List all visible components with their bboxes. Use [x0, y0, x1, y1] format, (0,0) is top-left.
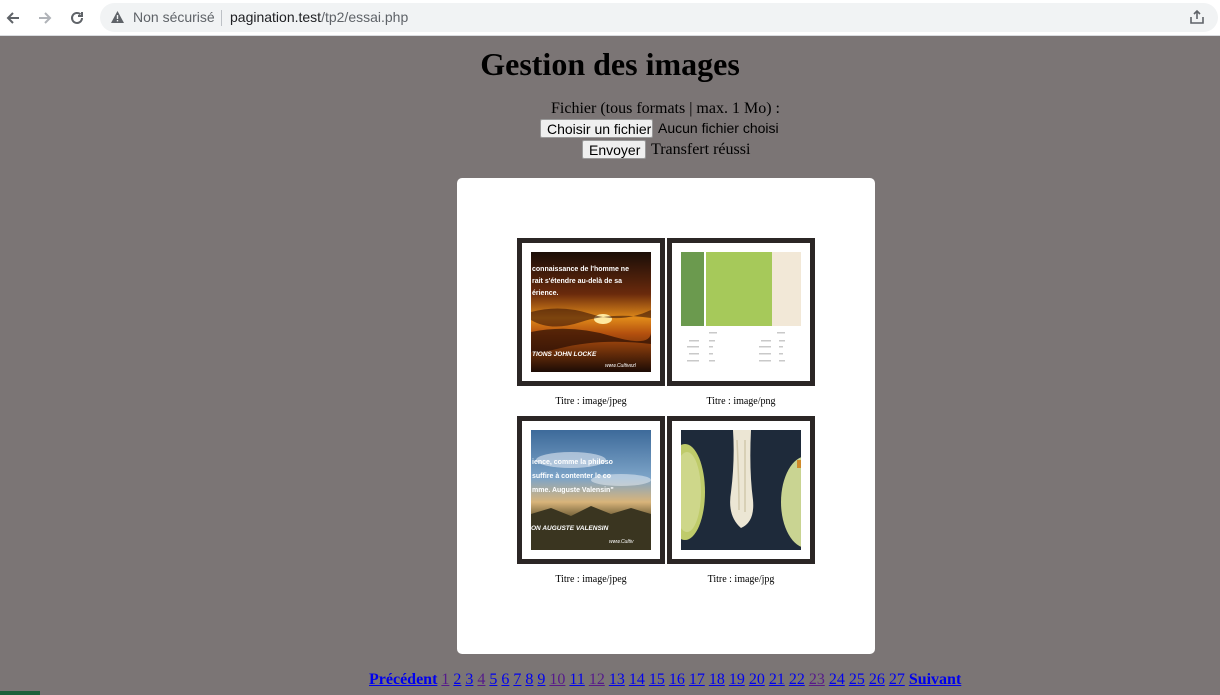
page-link[interactable]: 25 [849, 671, 865, 688]
overlay-text: connaissance de l'homme ne [532, 266, 629, 273]
forward-arrow-icon[interactable] [33, 6, 57, 30]
image-thumbnail[interactable]: connaissance de l'homme ne rait s'étendr… [517, 238, 665, 386]
taskbar-edge [0, 691, 40, 695]
overlay-text: érience. [532, 290, 559, 297]
back-arrow-icon[interactable] [1, 6, 25, 30]
page-link[interactable]: 27 [889, 671, 905, 688]
page-link[interactable]: 7 [513, 671, 521, 688]
page-link[interactable]: 12 [589, 671, 605, 688]
page-link[interactable]: 26 [869, 671, 885, 688]
page-link[interactable]: 24 [829, 671, 845, 688]
page-link[interactable]: 15 [649, 671, 665, 688]
page-link[interactable]: 10 [549, 671, 565, 688]
next-link[interactable]: Suivant [909, 671, 961, 688]
send-button[interactable]: Envoyer [582, 140, 646, 159]
page-link[interactable]: 19 [729, 671, 745, 688]
separator [221, 10, 222, 26]
sky-photo: ience, comme la philoso suffire à conten… [531, 430, 651, 550]
credit-text: TIONS JOHN LOCKE [532, 351, 597, 358]
browser-toolbar: Non sécurisé pagination.test/tp2/essai.p… [0, 0, 1220, 36]
page-title: Gestion des images [480, 46, 740, 82]
page-link[interactable]: 6 [501, 671, 509, 688]
overlay-text: ience, comme la philoso [532, 459, 613, 466]
page-link[interactable]: 2 [453, 671, 461, 688]
choose-file-button[interactable]: Choisir un fichier [540, 119, 653, 138]
security-label[interactable]: Non sécurisé [133, 9, 215, 25]
upload-status: Transfert réussi [651, 141, 751, 158]
breadfruit-photo [681, 430, 801, 550]
site-text: www.Cultiv [609, 539, 634, 545]
site-text: www.Cultivezl [605, 363, 637, 369]
url-host: pagination.test [230, 9, 322, 25]
page-link[interactable]: 18 [709, 671, 725, 688]
file-label: Fichier (tous formats | max. 1 Mo) : [551, 100, 780, 117]
image-thumbnail[interactable]: ience, comme la philoso suffire à conten… [517, 416, 665, 564]
previous-link[interactable]: Précédent [369, 671, 437, 688]
page-link[interactable]: 21 [769, 671, 785, 688]
pagination: Précédent 1 2 3 4 5 6 7 8 9 10 11 12 13 … [369, 671, 961, 689]
page-link[interactable]: 1 [441, 671, 449, 688]
warning-icon [111, 11, 124, 23]
page-link[interactable]: 14 [629, 671, 645, 688]
overlay-text: rait s'étendre au-delà de sa [532, 278, 622, 285]
page-link[interactable]: 3 [465, 671, 473, 688]
overlay-text: suffire à contenter le co [532, 473, 611, 480]
page-link[interactable]: 17 [689, 671, 705, 688]
sunset-photo: connaissance de l'homme ne rait s'étendr… [531, 252, 651, 372]
overlay-text: mme. Auguste Valensin" [532, 487, 614, 494]
page-link[interactable]: 8 [525, 671, 533, 688]
page-link[interactable]: 11 [569, 671, 584, 688]
page-link[interactable]: 4 [477, 671, 485, 688]
image-caption: Titre : image/jpg [707, 574, 775, 585]
page-link[interactable]: 23 [809, 671, 825, 688]
color-palette-image [681, 252, 801, 372]
share-icon[interactable] [1188, 8, 1206, 26]
page-link[interactable]: 9 [537, 671, 545, 688]
image-caption: Titre : image/jpeg [555, 574, 627, 585]
credit-text: ON AUGUSTE VALENSIN [531, 525, 609, 532]
gallery-card: connaissance de l'homme ne rait s'étendr… [457, 178, 875, 654]
no-file-text: Aucun fichier choisi [658, 120, 779, 136]
image-caption: Titre : image/jpeg [555, 396, 627, 407]
page-link[interactable]: 16 [669, 671, 685, 688]
image-caption: Titre : image/png [706, 396, 776, 407]
url-path: /tp2/essai.php [321, 9, 409, 25]
address-bar[interactable]: Non sécurisé pagination.test/tp2/essai.p… [100, 3, 1218, 32]
url-text[interactable]: pagination.test/tp2/essai.php [230, 9, 408, 25]
image-thumbnail[interactable] [667, 238, 815, 386]
page-link[interactable]: 20 [749, 671, 765, 688]
page-link[interactable]: 22 [789, 671, 805, 688]
page-link[interactable]: 13 [609, 671, 625, 688]
image-thumbnail[interactable] [667, 416, 815, 564]
page-link[interactable]: 5 [489, 671, 497, 688]
reload-icon[interactable] [65, 6, 89, 30]
